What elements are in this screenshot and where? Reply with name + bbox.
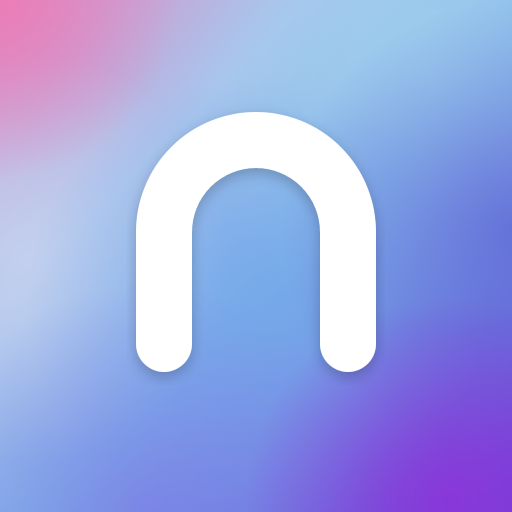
n-arch-icon <box>136 112 376 372</box>
app-icon[interactable] <box>0 0 512 512</box>
